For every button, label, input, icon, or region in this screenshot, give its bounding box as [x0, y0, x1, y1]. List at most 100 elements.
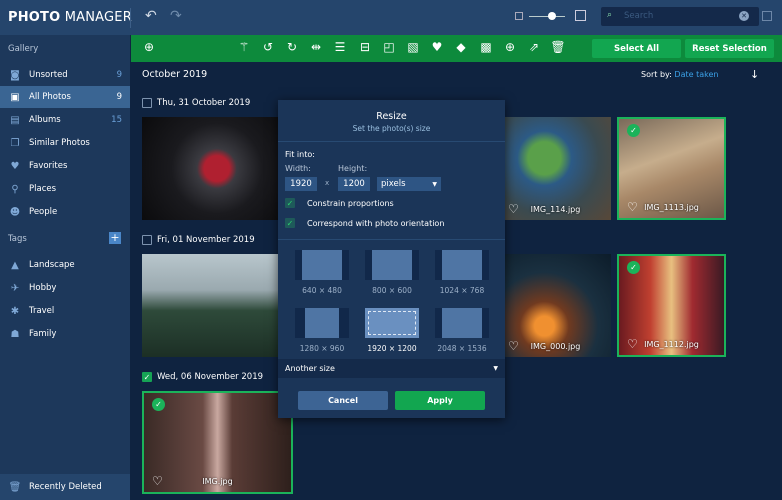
album-icon[interactable]: ▩ [478, 40, 494, 54]
selected-check-icon[interactable]: ✓ [152, 398, 165, 411]
photo-thumbnail[interactable]: ♡ IMG_114.jpg [500, 117, 611, 220]
delete-icon[interactable]: 🗑 [550, 40, 566, 54]
sidebar-item-favorites[interactable]: ♥ Favorites [0, 155, 130, 177]
translate-icon[interactable]: ▧ [405, 40, 421, 54]
preset-2048x1536[interactable]: 2048 × 1536 [430, 308, 494, 353]
add-tag-button[interactable]: + [109, 232, 121, 244]
photo-thumbnail-selected[interactable]: ✓ ♡ IMG_1112.jpg [617, 254, 726, 357]
photo-thumbnail[interactable] [142, 254, 278, 357]
date-label: Thu, 31 October 2019 [157, 98, 251, 108]
large-thumb-icon[interactable] [575, 10, 586, 21]
small-thumb-icon[interactable] [515, 12, 523, 20]
app-header: PHOTO MANAGER ↶ ↷ ⌕ Search ✕ [0, 0, 782, 35]
apply-button[interactable]: Apply [395, 391, 485, 410]
height-label: Height: [338, 164, 368, 173]
sort-label: Sort by: [641, 70, 672, 79]
cancel-button[interactable]: Cancel [298, 391, 388, 410]
tag-icon[interactable]: ◆ [453, 40, 469, 54]
heart-icon[interactable]: ♥ [429, 40, 445, 54]
date-group-header[interactable]: ✓ Wed, 06 November 2019 [142, 372, 263, 382]
select-all-button[interactable]: Select All [592, 39, 681, 58]
sidebar-item-people[interactable]: ☻ People [0, 201, 130, 223]
tags-heading: Tags [8, 234, 27, 244]
dropdown-arrow-icon: ▼ [493, 365, 498, 372]
label: Unsorted [29, 70, 68, 80]
photo-thumbnail-selected[interactable]: ✓ ♡ IMG.jpg [142, 391, 293, 494]
gallery-heading: Gallery [8, 44, 39, 54]
trash-icon: 🗑 [8, 481, 22, 493]
sidebar-item-recently-deleted[interactable]: 🗑 Recently Deleted [0, 474, 130, 500]
dialog-title: Resize [376, 111, 407, 122]
photo-thumbnail[interactable]: ♡ IMG_000.jpg [500, 254, 611, 357]
search-icon: ⌕ [607, 10, 613, 20]
constrain-proportions-checkbox[interactable]: ✓ Constrain proportions [285, 198, 394, 208]
add-to-album-icon[interactable]: ⊕ [502, 40, 518, 54]
another-size-dropdown[interactable]: Another size ▼ [278, 359, 505, 378]
photo-name: IMG_1112.jpg [644, 340, 699, 349]
resize-icon[interactable]: ◰ [381, 40, 397, 54]
photo-thumbnail-selected[interactable]: ✓ ♡ IMG_1113.jpg [617, 117, 726, 220]
undo-icon[interactable]: ↶ [145, 8, 157, 24]
heart-icon: ♥ [10, 160, 20, 172]
sidebar-item-albums[interactable]: ▤ Albums 15 [0, 109, 130, 131]
preset-1920x1200-selected[interactable]: 1920 × 1200 [360, 308, 424, 353]
sort-direction-icon[interactable]: ↓ [750, 68, 759, 81]
sidebar-item-similar-photos[interactable]: ❐ Similar Photos [0, 132, 130, 154]
flip-vertical-icon[interactable]: ☰ [332, 40, 348, 54]
sidebar-tag-family[interactable]: ☗ Family [0, 323, 130, 345]
thumbnail-size-slider[interactable] [529, 16, 565, 17]
date-group-header[interactable]: Thu, 31 October 2019 [142, 98, 250, 108]
selected-check-icon[interactable]: ✓ [627, 261, 640, 274]
checkbox[interactable]: ✓ [285, 218, 295, 228]
date-group-header[interactable]: Fri, 01 November 2019 [142, 235, 255, 245]
magic-wand-icon[interactable]: ⚚ [236, 40, 252, 54]
label: Places [29, 184, 57, 194]
preset-1280x960[interactable]: 1280 × 960 [290, 308, 354, 353]
sidebar-tag-hobby[interactable]: ✈ Hobby [0, 277, 130, 299]
dialog-subtitle: Set the photo(s) size [352, 124, 431, 133]
search-input[interactable]: Search [624, 11, 653, 21]
group-checkbox[interactable] [142, 235, 152, 245]
sidebar-item-places[interactable]: ⚲ Places [0, 178, 130, 200]
plane-icon: ✈ [10, 282, 20, 294]
clear-search-icon[interactable]: ✕ [739, 11, 749, 21]
crop-icon[interactable]: ⊟ [357, 40, 373, 54]
preset-800x600[interactable]: 800 × 600 [360, 250, 424, 295]
calendar-icon[interactable] [762, 11, 772, 21]
orientation-checkbox[interactable]: ✓ Correspond with photo orientation [285, 218, 444, 228]
rotate-left-icon[interactable]: ↺ [260, 40, 276, 54]
group-checkbox[interactable] [142, 98, 152, 108]
reset-selection-button[interactable]: Reset Selection [685, 39, 774, 58]
photo-thumbnail[interactable] [142, 117, 278, 220]
slider-handle[interactable] [548, 12, 556, 20]
sidebar-tag-travel[interactable]: ✱ Travel [0, 300, 130, 322]
sidebar-tag-landscape[interactable]: ▲ Landscape [0, 254, 130, 276]
search-field[interactable]: ⌕ Search ✕ [601, 7, 759, 26]
photo-name: IMG_114.jpg [530, 205, 581, 214]
resize-dialog: Resize Set the photo(s) size Fit into: W… [278, 100, 505, 418]
preset-label: 1920 × 1200 [367, 344, 417, 353]
checkbox[interactable]: ✓ [285, 198, 295, 208]
unit-value: pixels [381, 179, 406, 189]
sort-value[interactable]: Date taken [674, 70, 718, 79]
label: Similar Photos [29, 138, 90, 148]
preset-label: 800 × 600 [372, 286, 412, 295]
unit-select[interactable]: pixels ▼ [377, 177, 441, 191]
sidebar-item-unsorted[interactable]: ◙ Unsorted 9 [0, 64, 130, 86]
preset-1024x768[interactable]: 1024 × 768 [430, 250, 494, 295]
width-input[interactable]: 1920 [285, 177, 317, 191]
family-icon: ☗ [10, 328, 20, 340]
height-input[interactable]: 1200 [338, 177, 370, 191]
selected-check-icon[interactable]: ✓ [627, 124, 640, 137]
label: Another size [285, 364, 335, 373]
sort-control[interactable]: Sort by: Date taken [641, 70, 718, 79]
sidebar-item-all-photos[interactable]: ▣ All Photos 9 [0, 86, 130, 108]
divider [278, 239, 505, 240]
add-folder-icon[interactable]: ⊕ [141, 40, 157, 54]
share-icon[interactable]: ⇗ [526, 40, 542, 54]
rotate-right-icon[interactable]: ↻ [284, 40, 300, 54]
flip-horizontal-icon[interactable]: ⇹ [308, 40, 324, 54]
redo-icon[interactable]: ↷ [170, 8, 182, 24]
preset-640x480[interactable]: 640 × 480 [290, 250, 354, 295]
group-checkbox[interactable]: ✓ [142, 372, 152, 382]
